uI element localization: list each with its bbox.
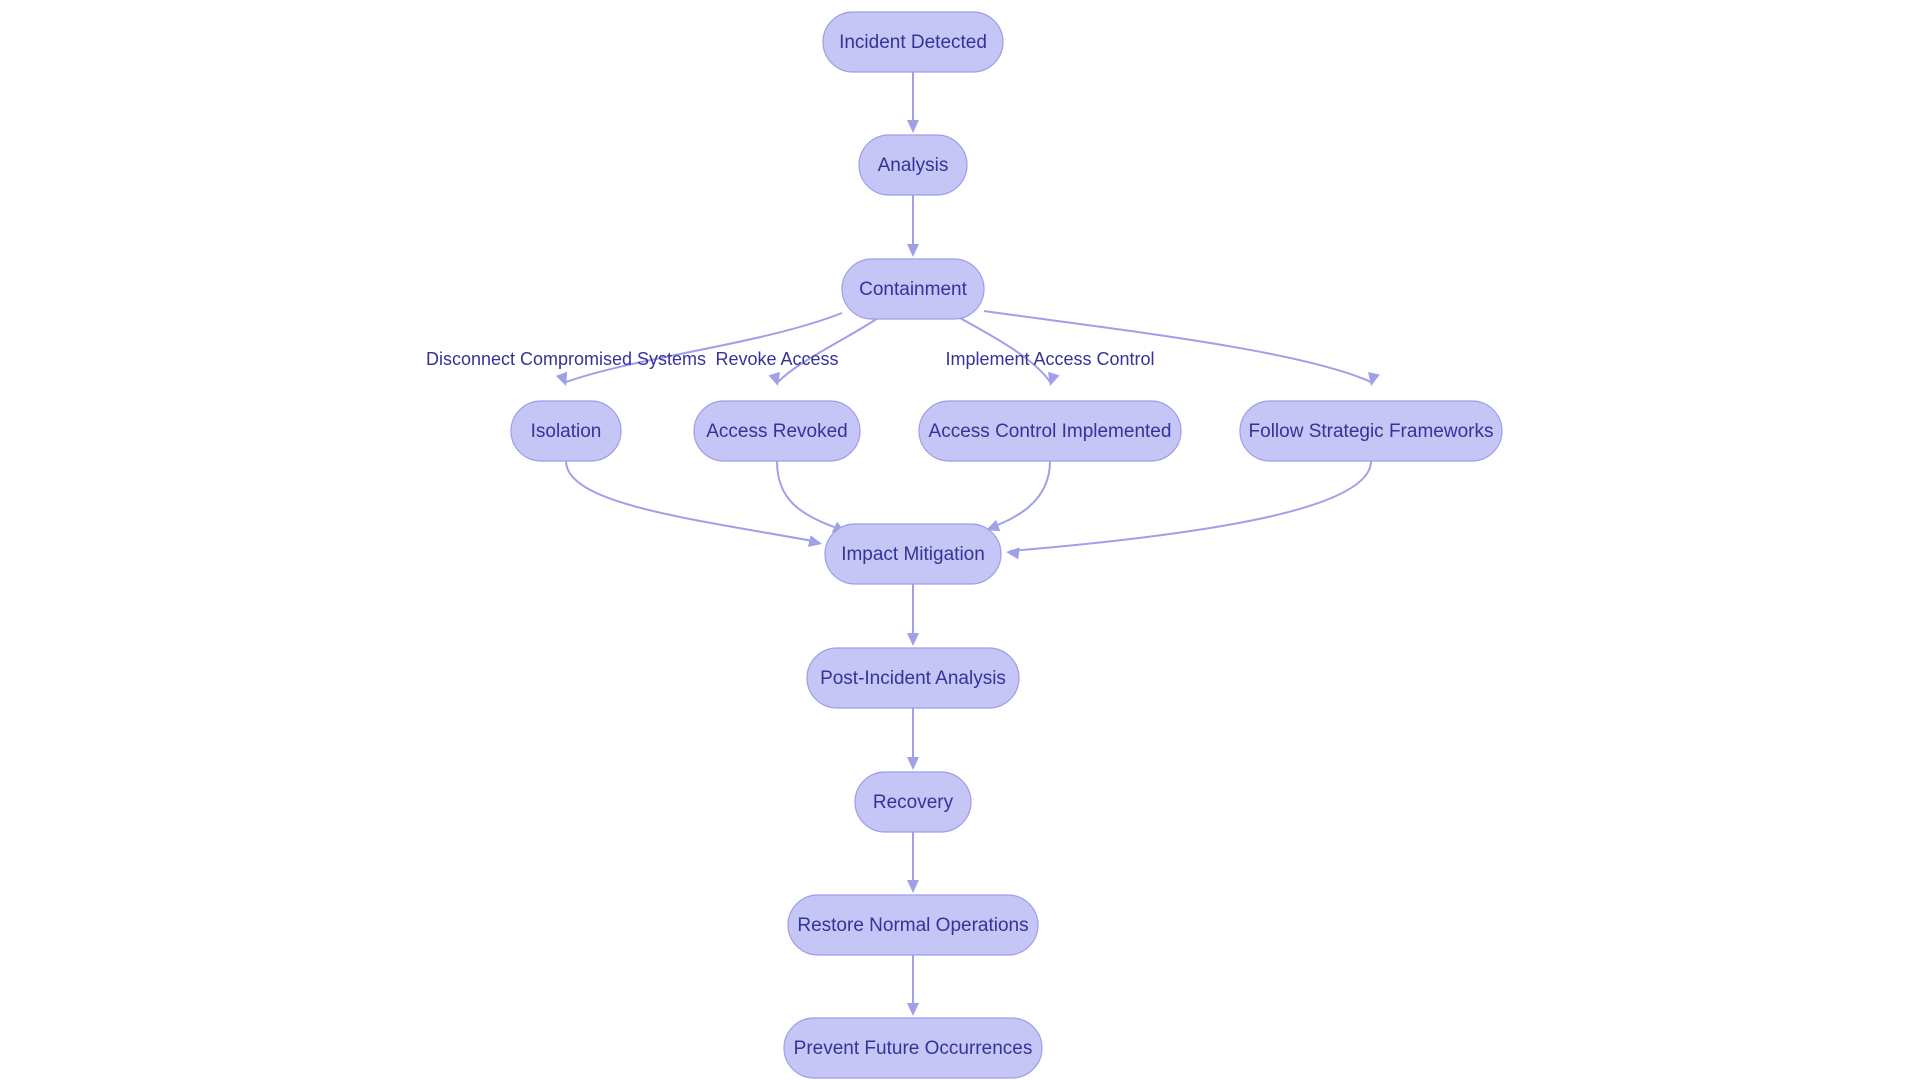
edge-impact_mitigation-to-post_incident_analysis — [907, 584, 919, 646]
edge-isolation-to-impact_mitigation — [565, 460, 822, 547]
node-label: Isolation — [531, 421, 602, 442]
arrowhead-icon — [907, 880, 919, 893]
flowchart-svg: Incident Detected Analysis Containment Isol… — [426, 11, 1503, 1079]
node-post_incident_analysis[interactable]: Post-Incident Analysis — [806, 647, 1020, 709]
node-label: Incident Detected — [839, 32, 987, 53]
edge-analysis-to-containment — [907, 195, 919, 257]
node-label: Prevent Future Occurrences — [794, 1038, 1033, 1059]
edge-incident_detected-to-analysis — [907, 72, 919, 133]
edge-restore_normal_operations-to-prevent_future_occurrences — [907, 955, 919, 1016]
node-impact_mitigation[interactable]: Impact Mitigation — [824, 523, 1002, 585]
arrowhead-icon — [907, 1003, 919, 1016]
flowchart-canvas: Incident Detected Analysis Containment Isol… — [0, 0, 1920, 1080]
node-containment[interactable]: Containment — [841, 258, 985, 320]
arrowhead-icon — [907, 757, 919, 770]
node-label: Access Revoked — [706, 421, 848, 442]
node-incident_detected[interactable]: Incident Detected — [822, 11, 1004, 73]
node-isolation[interactable]: Isolation — [510, 400, 622, 462]
edge-line — [565, 312, 843, 383]
node-label: Post-Incident Analysis — [820, 668, 1006, 689]
arrowhead-icon — [1006, 547, 1020, 560]
arrowhead-icon — [807, 535, 822, 547]
node-label: Follow Strategic Frameworks — [1249, 421, 1494, 442]
edge-access_revoked-to-impact_mitigation — [776, 460, 846, 533]
node-label: Analysis — [878, 155, 949, 176]
node-access_revoked[interactable]: Access Revoked — [693, 400, 861, 462]
arrowhead-icon — [907, 120, 919, 133]
edge-line — [1009, 460, 1372, 552]
arrowhead-icon — [1048, 371, 1060, 386]
edge-line — [565, 460, 819, 543]
node-label: Restore Normal Operations — [797, 915, 1028, 936]
edge-access_control_implemented-to-impact_mitigation — [986, 460, 1051, 532]
edge-post_incident_analysis-to-recovery — [907, 708, 919, 770]
node-restore_normal_operations[interactable]: Restore Normal Operations — [787, 894, 1039, 956]
node-access_control_implemented[interactable]: Access Control Implemented — [918, 400, 1182, 462]
edge-line — [989, 460, 1051, 529]
node-follow_strategic_frameworks[interactable]: Follow Strategic Frameworks — [1239, 400, 1503, 462]
edge-label: Implement Access Control — [945, 349, 1154, 369]
arrowhead-icon — [907, 633, 919, 646]
node-label: Impact Mitigation — [841, 544, 985, 565]
edge-follow_strategic_frameworks-to-impact_mitigation — [1006, 460, 1372, 560]
node-recovery[interactable]: Recovery — [854, 771, 972, 833]
node-prevent_future_occurrences[interactable]: Prevent Future Occurrences — [783, 1017, 1043, 1079]
edge-label: Disconnect Compromised Systems — [426, 349, 706, 369]
arrowhead-icon — [907, 244, 919, 257]
edge-line — [776, 460, 843, 531]
node-label: Recovery — [873, 792, 954, 813]
edge-recovery-to-restore_normal_operations — [907, 832, 919, 893]
edge-label: Revoke Access — [715, 349, 838, 369]
edge-labels-layer: Disconnect Compromised Systems Revoke Acc… — [426, 349, 1155, 369]
nodes-layer: Incident Detected Analysis Containment Isol… — [510, 11, 1503, 1079]
node-label: Access Control Implemented — [929, 421, 1172, 442]
node-label: Containment — [859, 279, 967, 300]
node-analysis[interactable]: Analysis — [858, 134, 968, 196]
